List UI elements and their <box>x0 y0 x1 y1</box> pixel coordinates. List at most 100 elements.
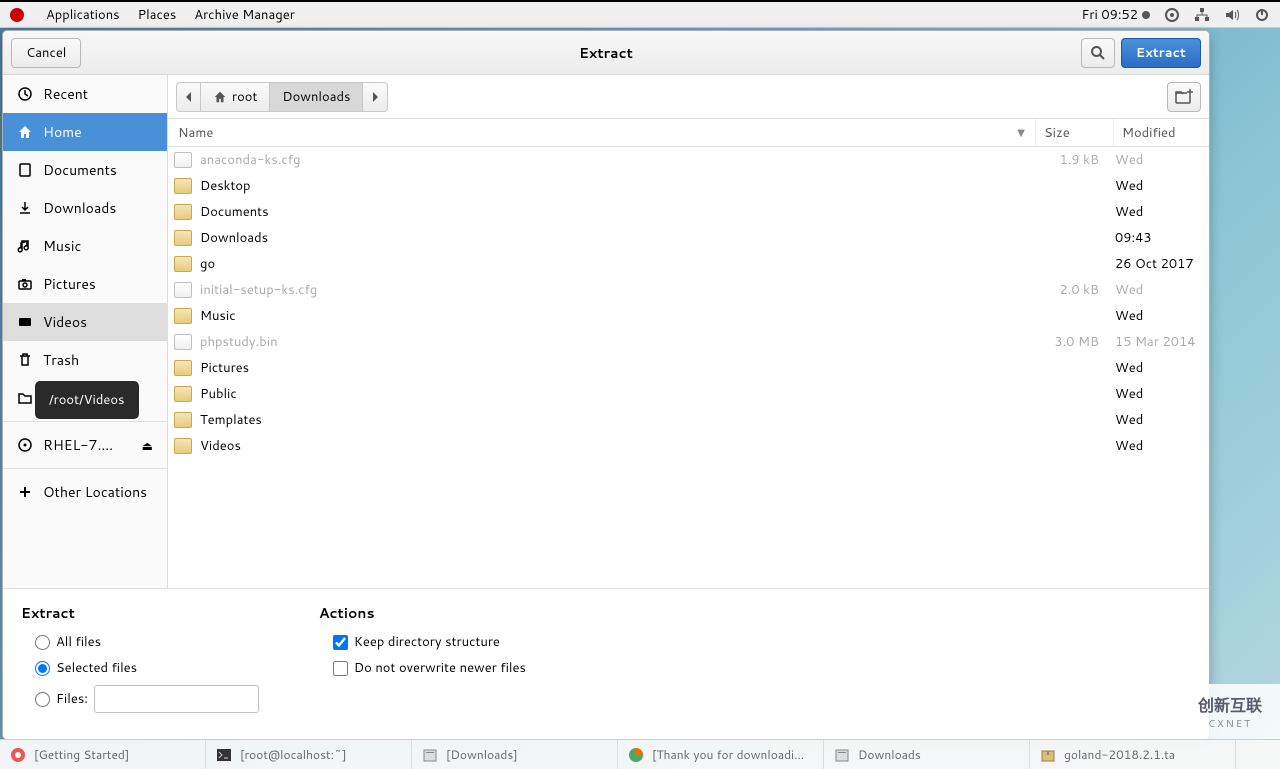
file-name: Videos <box>200 437 1029 455</box>
taskbar-item[interactable]: [Getting Started] <box>0 740 206 769</box>
sidebar-item-label: Recent <box>43 84 88 104</box>
topbar-time[interactable]: Fri 09:52 <box>1081 6 1150 24</box>
sidebar-item-label: Pictures <box>43 274 96 294</box>
file-row[interactable]: Desktop Wed <box>168 173 1209 199</box>
column-modified[interactable]: Modified <box>1113 119 1209 146</box>
camera-icon <box>17 276 33 292</box>
network-icon[interactable] <box>1194 7 1210 23</box>
file-row[interactable]: anaconda-ks.cfg1.9 kBWed <box>168 147 1209 173</box>
folder-icon <box>174 256 192 272</box>
path-downloads[interactable]: Downloads <box>270 83 363 111</box>
topbar-places[interactable]: Places <box>138 6 177 24</box>
radio-selected-files[interactable] <box>35 661 50 676</box>
file-name: Desktop <box>200 177 1029 195</box>
column-size[interactable]: Size <box>1035 119 1113 146</box>
sidebar-item-label: Music <box>43 236 81 256</box>
file-modified: 26 Oct 2017 <box>1107 255 1203 273</box>
sidebar-item-label: Documents <box>43 160 117 180</box>
taskbar-item[interactable]: [Thank you for downloadi... <box>618 740 824 769</box>
help-icon <box>10 747 26 763</box>
taskbar-label: [Getting Started] <box>34 746 129 763</box>
file-row[interactable]: Downloads 09:43 <box>168 225 1209 251</box>
taskbar: [Getting Started] [root@localhost:~][Down… <box>0 739 1280 769</box>
file-name: anaconda-ks.cfg <box>200 151 1029 169</box>
checkbox-keep-structure[interactable] <box>333 635 348 650</box>
file-name: phpstudy.bin <box>200 333 1029 351</box>
file-list[interactable]: anaconda-ks.cfg1.9 kBWedDesktopWedDocume… <box>168 147 1209 588</box>
file-modified: Wed <box>1107 177 1203 195</box>
taskbar-item[interactable]: Downloads <box>824 740 1030 769</box>
sidebar-item-music[interactable]: Music <box>3 227 167 265</box>
search-button[interactable] <box>1081 38 1115 68</box>
eject-icon[interactable]: ⏏ <box>142 437 153 454</box>
pathbar: root Downloads <box>168 75 1209 119</box>
firefox-icon <box>628 747 644 763</box>
file-name: Pictures <box>200 359 1029 377</box>
topbar-appname[interactable]: Archive Manager <box>194 6 295 24</box>
sidebar-item-label: Other Locations <box>43 482 147 502</box>
extract-button[interactable]: Extract <box>1121 38 1201 68</box>
updates-icon[interactable] <box>1164 7 1180 23</box>
disc-icon <box>17 437 33 453</box>
topbar-applications[interactable]: Applications <box>46 6 120 24</box>
file-size: 2.0 kB <box>1029 281 1107 299</box>
files-pattern-input[interactable] <box>94 685 259 713</box>
sidebar-item-pictures[interactable]: Pictures <box>3 265 167 303</box>
file-row[interactable]: PublicWed <box>168 381 1209 407</box>
file-row[interactable]: MusicWed <box>168 303 1209 329</box>
home-icon <box>17 124 33 140</box>
radio-files[interactable] <box>35 692 50 707</box>
dialog-title: Extract <box>3 43 1209 63</box>
file-modified: 09:43 <box>1107 229 1203 247</box>
checkbox-no-overwrite[interactable] <box>333 661 348 676</box>
sidebar-item-trash[interactable]: Trash <box>3 341 167 379</box>
taskbar-item[interactable]: [Downloads] <box>412 740 618 769</box>
folder-icon <box>174 178 192 194</box>
file-row[interactable]: DocumentsWed <box>168 199 1209 225</box>
label-keep-structure: Keep directory structure <box>354 633 500 651</box>
sort-indicator-icon: ▼ <box>1017 126 1025 140</box>
sidebar-item-home[interactable]: Home <box>3 113 167 151</box>
sidebar-item-documents[interactable]: Documents <box>3 151 167 189</box>
folder-icon <box>174 308 192 324</box>
file-row[interactable]: PicturesWed <box>168 355 1209 381</box>
file-modified: Wed <box>1107 307 1203 325</box>
label-files: Files: <box>56 690 88 708</box>
taskbar-item[interactable]: goland-2018.2.1.ta <box>1030 740 1236 769</box>
file-name: initial-setup-ks.cfg <box>200 281 1029 299</box>
taskbar-label: Downloads <box>858 746 921 763</box>
sidebar-item-recent[interactable]: Recent <box>3 75 167 113</box>
file-modified: Wed <box>1107 411 1203 429</box>
power-icon[interactable] <box>1254 7 1270 23</box>
file-row[interactable]: VideosWed <box>168 433 1209 459</box>
sidebar-device-rhel[interactable]: RHEL-7....⏏ <box>3 426 167 464</box>
cancel-button[interactable]: Cancel <box>11 38 81 68</box>
file-modified: 15 Mar 2014 <box>1107 333 1203 351</box>
file-row[interactable]: go26 Oct 2017 <box>168 251 1209 277</box>
file-name: Downloads <box>200 229 1029 247</box>
column-name[interactable]: Name▼ <box>168 119 1035 146</box>
content-area: root Downloads Name▼ Size Modified anaco… <box>168 75 1209 588</box>
folder-icon <box>174 230 192 246</box>
file-row[interactable]: TemplatesWed <box>168 407 1209 433</box>
file-size: 1.9 kB <box>1029 151 1107 169</box>
volume-icon[interactable] <box>1224 7 1240 23</box>
terminal-icon <box>216 747 232 763</box>
sidebar-item-downloads[interactable]: Downloads <box>3 189 167 227</box>
sidebar-other-locations[interactable]: Other Locations <box>3 473 167 511</box>
actions-heading: Actions <box>319 603 526 623</box>
file-row[interactable]: initial-setup-ks.cfg2.0 kBWed <box>168 277 1209 303</box>
sidebar-item-videos[interactable]: Videos <box>3 303 167 341</box>
path-root[interactable]: root <box>201 83 270 111</box>
tooltip: /root/Videos <box>35 381 139 419</box>
path-forward-button[interactable] <box>363 83 387 111</box>
taskbar-item[interactable]: [root@localhost:~] <box>206 740 412 769</box>
download-icon <box>17 200 33 216</box>
radio-all-files[interactable] <box>35 635 50 650</box>
path-back-button[interactable] <box>177 83 201 111</box>
file-icon <box>174 282 192 298</box>
file-icon <box>174 152 192 168</box>
file-row[interactable]: phpstudy.bin3.0 MB15 Mar 2014 <box>168 329 1209 355</box>
new-folder-button[interactable] <box>1167 82 1201 112</box>
new-folder-icon <box>1175 89 1193 105</box>
